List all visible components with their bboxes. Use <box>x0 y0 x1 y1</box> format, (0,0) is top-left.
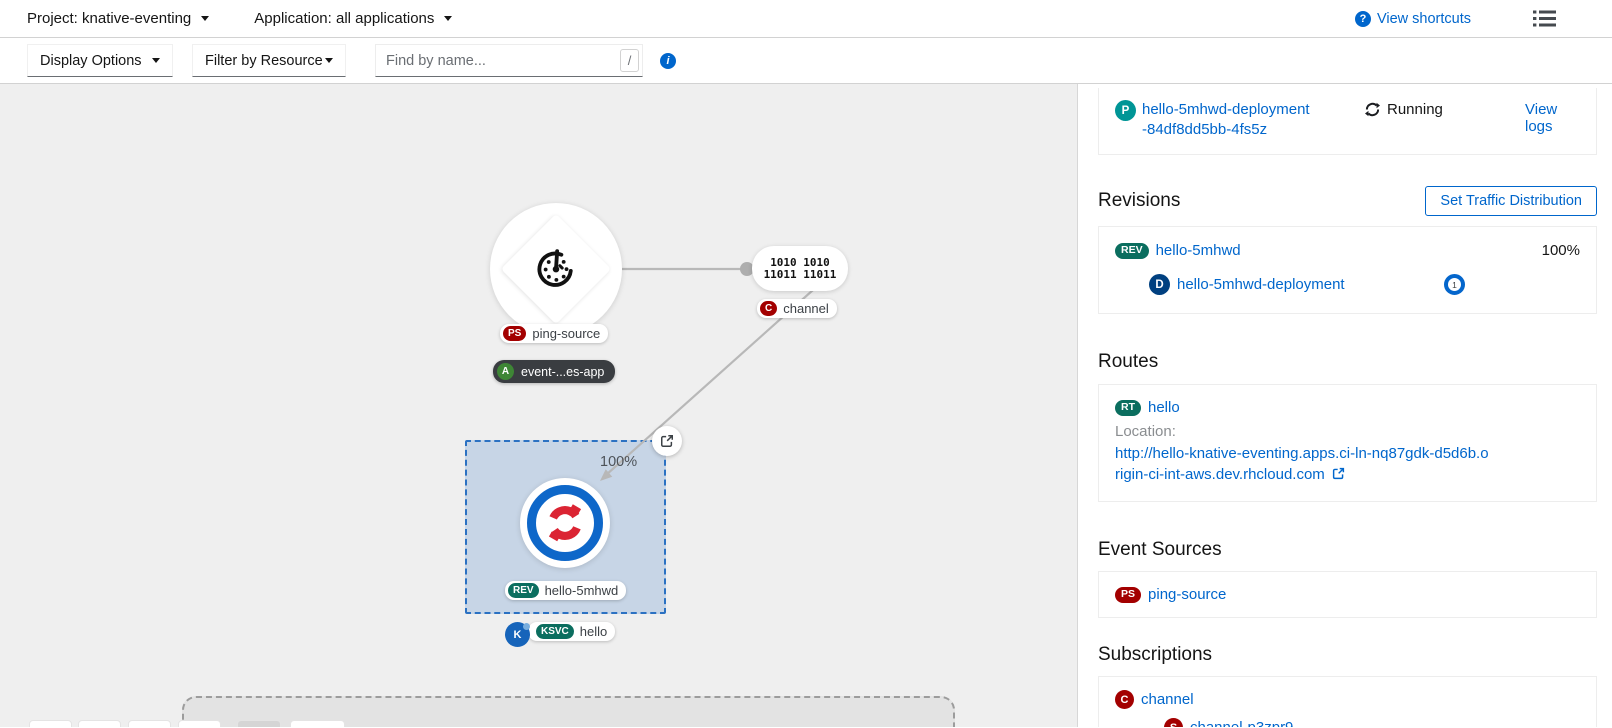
application-selector[interactable]: Application: all applications <box>254 10 452 27</box>
revisions-card: REV hello-5mhwd 100% D hello-5mhwd-deplo… <box>1098 226 1597 314</box>
topology-canvas[interactable]: PS ping-source A event-...es-app 1010 10… <box>0 84 1612 727</box>
view-logs-link[interactable]: View logs <box>1525 101 1580 135</box>
subscriptions-card: C channel S channel-p3zpr9 <box>1098 676 1597 727</box>
chevron-down-icon <box>325 58 333 63</box>
channel-badge: C <box>760 301 777 316</box>
timer-clock-icon <box>533 245 579 291</box>
channel-badge: C <box>1115 690 1134 709</box>
knative-service-icon: K <box>505 622 530 647</box>
view-shortcuts-link[interactable]: ? View shortcuts <box>1355 11 1471 27</box>
chevron-down-icon <box>444 16 452 21</box>
channel-node[interactable]: 1010 1010 11011 11011 <box>752 246 848 291</box>
set-traffic-distribution-button[interactable]: Set Traffic Distribution <box>1425 186 1597 216</box>
list-view-icon <box>1533 10 1556 27</box>
route-link[interactable]: hello <box>1148 399 1180 416</box>
slash-shortcut-key: / <box>620 49 639 72</box>
application-name: event-...es-app <box>521 365 604 379</box>
binary-icon-row1: 1010 1010 <box>770 257 830 269</box>
revision-node-ring <box>527 485 603 561</box>
event-sources-heading: Event Sources <box>1098 539 1597 561</box>
event-sources-card: PS ping-source <box>1098 571 1597 618</box>
pod-row: P hello-5mhwd-deployment-84df8dd5bb-4fs5… <box>1098 88 1597 155</box>
pod-badge: P <box>1115 100 1136 121</box>
topology-toolbar: Display Options Filter by Resource / i <box>0 38 1612 84</box>
pod-status-text: Running <box>1387 101 1443 118</box>
channel-link[interactable]: channel <box>1141 691 1194 708</box>
revisions-heading: Revisions <box>1098 190 1180 212</box>
reset-view-button[interactable] <box>178 720 221 727</box>
application-selector-label: Application: all applications <box>254 10 434 27</box>
subscription-badge: S <box>1164 718 1183 727</box>
find-by-name-field-wrap: / <box>375 44 643 77</box>
revision-link[interactable]: hello-5mhwd <box>1156 242 1241 259</box>
location-label: Location: <box>1115 423 1580 440</box>
pod-link[interactable]: hello-5mhwd-deployment-84df8dd5bb-4fs5z <box>1142 100 1314 140</box>
pod-count-donut: 1 <box>1444 274 1465 295</box>
ping-source-badge: PS <box>503 326 526 341</box>
route-url-link[interactable]: http://hello-knative-eventing.apps.ci-ln… <box>1115 445 1489 483</box>
view-shortcuts-label: View shortcuts <box>1377 11 1471 27</box>
routes-heading: Routes <box>1098 351 1597 373</box>
deployment-badge: D <box>1149 274 1170 295</box>
fit-to-screen-button[interactable] <box>128 720 171 727</box>
knative-icon-dot <box>523 623 530 630</box>
filter-by-resource-label: Filter by Resource <box>205 53 323 69</box>
ksvc-badge: KSVC <box>536 624 574 639</box>
external-link-icon <box>660 434 674 448</box>
application-badge: A <box>497 363 514 380</box>
traffic-percent-label: 100% <box>600 454 637 470</box>
display-options-label: Display Options <box>40 53 142 69</box>
ping-source-link[interactable]: ping-source <box>1148 586 1226 603</box>
revision-badge: REV <box>508 583 539 598</box>
external-link-icon[interactable] <box>1332 467 1345 480</box>
ping-source-badge: PS <box>1115 587 1141 603</box>
question-circle-icon: ? <box>1355 11 1371 27</box>
deployment-link[interactable]: hello-5mhwd-deployment <box>1177 276 1345 293</box>
filter-by-resource-dropdown[interactable]: Filter by Resource <box>192 44 346 77</box>
subscriptions-heading: Subscriptions <box>1098 644 1597 666</box>
chevron-down-icon <box>201 16 209 21</box>
ksvc-name: hello <box>580 624 607 639</box>
open-url-decorator[interactable] <box>652 426 682 456</box>
openshift-logo-icon <box>544 502 586 544</box>
routes-card: RT hello Location: http://hello-knative-… <box>1098 384 1597 502</box>
channel-node-label[interactable]: C channel <box>757 299 837 318</box>
details-sidebar: P hello-5mhwd-deployment-84df8dd5bb-4fs5… <box>1077 84 1612 727</box>
ping-source-node-label[interactable]: PS ping-source <box>500 324 608 343</box>
knative-service-label[interactable]: KSVC hello <box>528 622 615 641</box>
revision-name: hello-5mhwd <box>545 583 619 598</box>
chevron-down-icon <box>152 58 160 63</box>
zoom-in-button[interactable] <box>29 720 72 727</box>
info-icon[interactable]: i <box>660 53 676 69</box>
project-selector-label: Project: knative-eventing <box>27 10 191 27</box>
display-options-dropdown[interactable]: Display Options <box>27 44 173 77</box>
application-group-label[interactable]: A event-...es-app <box>493 360 615 383</box>
subscription-link[interactable]: channel-p3zpr9 <box>1190 719 1293 727</box>
channel-name: channel <box>783 301 829 316</box>
find-by-name-input[interactable] <box>375 44 643 77</box>
project-bar: Project: knative-eventing Application: a… <box>0 0 1612 38</box>
project-selector[interactable]: Project: knative-eventing <box>27 10 209 27</box>
binary-icon-row2: 11011 11011 <box>764 269 837 281</box>
ping-source-name: ping-source <box>532 326 600 341</box>
rev-badge: REV <box>1115 243 1149 259</box>
zoom-out-button[interactable] <box>78 720 121 727</box>
legend-button[interactable] <box>237 720 281 727</box>
list-view-toggle-button[interactable] <box>1533 10 1556 27</box>
route-badge: RT <box>1115 400 1141 416</box>
knative-k-letter: K <box>514 629 522 641</box>
sync-running-icon <box>1365 102 1380 117</box>
revision-node-label[interactable]: REV hello-5mhwd <box>505 581 626 600</box>
revision-traffic-percent: 100% <box>1542 242 1580 259</box>
topology-control-button[interactable] <box>290 720 345 727</box>
